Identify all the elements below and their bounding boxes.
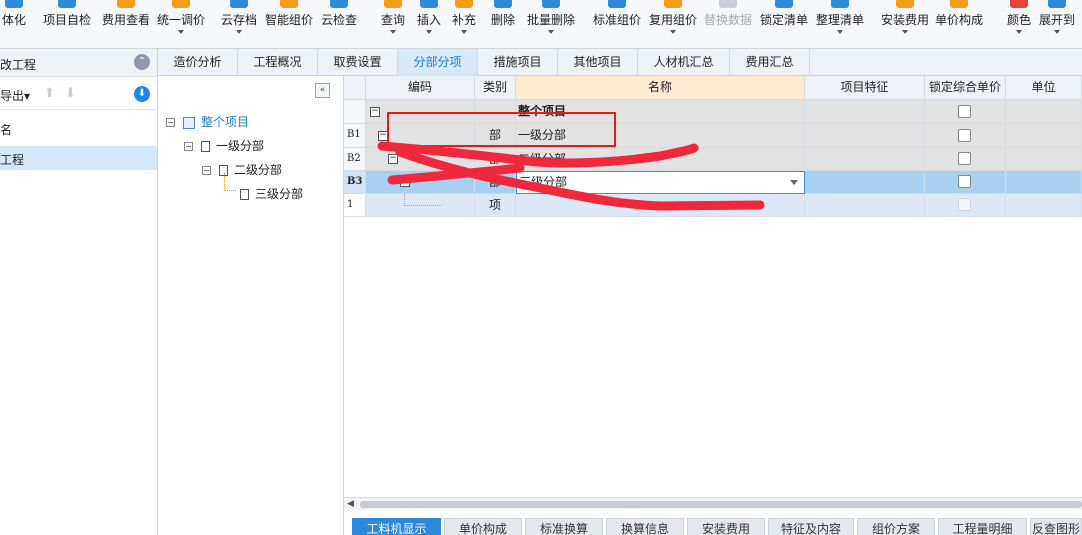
tab-standard-conversion[interactable]: 标准换算 bbox=[525, 518, 603, 535]
tab-reverse-lookup[interactable]: 反查图形 bbox=[1030, 518, 1082, 535]
tab-price-plan[interactable]: 组价方案 bbox=[857, 518, 935, 535]
scroll-left-icon[interactable]: ◀ bbox=[347, 499, 354, 509]
tab-quantity-detail[interactable]: 工程量明细 bbox=[938, 518, 1027, 535]
horizontal-scrollbar[interactable]: ◀ bbox=[344, 497, 1082, 510]
annotation-scribble bbox=[377, 141, 765, 211]
tab-material-display[interactable]: 工料机显示 bbox=[352, 518, 441, 535]
detail-tabs: 工料机显示 单价构成 标准换算 换算信息 安装费用 特征及内容 组价方案 工程量… bbox=[344, 510, 1082, 535]
tab-conversion-info[interactable]: 换算信息 bbox=[606, 518, 684, 535]
scrollbar-thumb[interactable] bbox=[360, 501, 1082, 508]
tab-features-content[interactable]: 特征及内容 bbox=[768, 518, 854, 535]
tab-install-fee[interactable]: 安装费用 bbox=[687, 518, 765, 535]
tab-unit-price-composition[interactable]: 单价构成 bbox=[444, 518, 522, 535]
